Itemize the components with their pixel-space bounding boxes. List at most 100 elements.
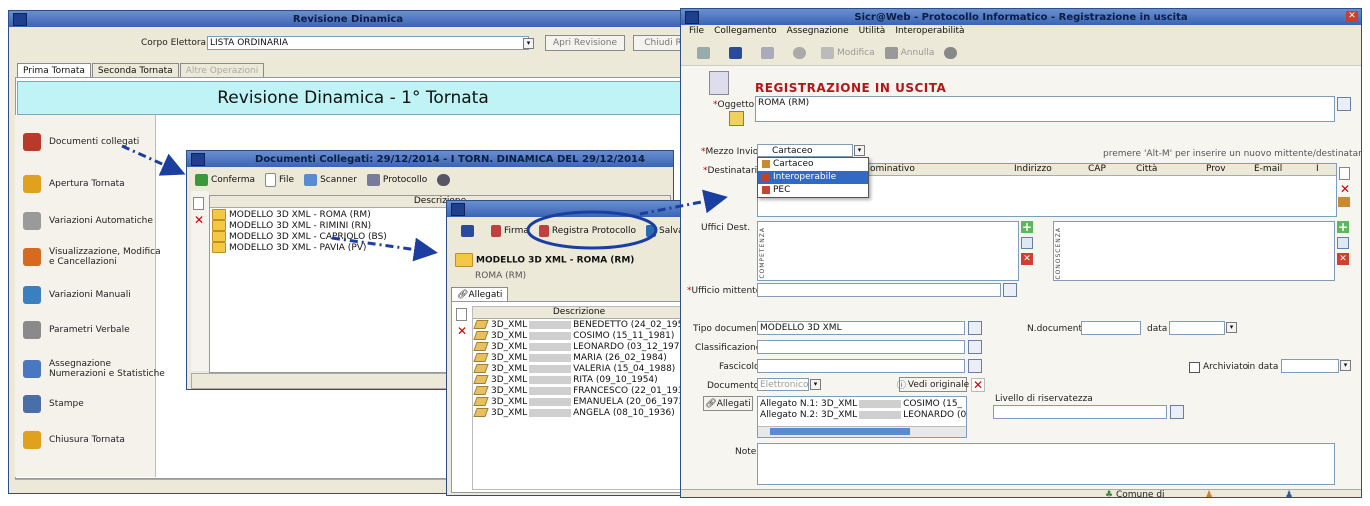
chevron-down-icon[interactable]: ▾ xyxy=(810,379,821,390)
list-item[interactable]: 3D_XML BENEDETTO (24_02_1954 xyxy=(473,320,685,331)
column-header[interactable]: ominativo xyxy=(870,164,915,175)
column-header[interactable]: Prov xyxy=(1206,164,1226,175)
menu-item[interactable]: File xyxy=(689,26,704,36)
mezzo-invio-select[interactable]: Cartaceo xyxy=(757,144,853,157)
column-header[interactable]: Indirizzo xyxy=(1014,164,1052,175)
ufficio-mittente-field[interactable] xyxy=(757,283,1001,297)
firma-button[interactable]: Firma xyxy=(491,225,529,237)
list-icon[interactable] xyxy=(1337,237,1349,249)
delete-icon[interactable]: ✕ xyxy=(1338,182,1352,196)
column-header[interactable]: CAP xyxy=(1088,164,1106,175)
tab-prima-tornata[interactable]: Prima Tornata xyxy=(17,63,91,78)
copy-button[interactable] xyxy=(697,47,713,59)
livello-riservatezza-field[interactable] xyxy=(993,405,1167,419)
list-item[interactable]: 3D_XML FRANCESCO (22_01_1931) xyxy=(473,386,685,397)
file-button[interactable]: File xyxy=(265,173,294,187)
tab-allegati[interactable]: 🔗︎Allegati xyxy=(451,287,509,302)
chevron-down-icon[interactable]: ▾ xyxy=(1226,322,1237,333)
column-header[interactable]: Città xyxy=(1136,164,1157,175)
dropdown-option[interactable]: Interoperabile xyxy=(758,171,868,184)
classificazione-field[interactable] xyxy=(757,340,965,354)
in-data-field[interactable] xyxy=(1281,359,1339,373)
sidebar-item-6[interactable]: Assegnazione Numerazioni e Statistiche xyxy=(23,359,165,379)
sidebar-item-0[interactable]: Documenti collegati xyxy=(23,133,139,151)
menu-item[interactable]: Assegnazione xyxy=(787,26,849,36)
apri-revisione-button[interactable]: Apri Revisione xyxy=(545,35,625,51)
remove-icon[interactable]: ✕ xyxy=(1337,253,1349,265)
list-icon[interactable] xyxy=(968,359,982,373)
tipo-documento-field[interactable]: MODELLO 3D XML xyxy=(757,321,965,335)
competenza-list[interactable] xyxy=(757,221,1019,281)
sidebar-item-2[interactable]: Variazioni Automatiche xyxy=(23,212,153,230)
menu-item[interactable]: Utilità xyxy=(859,26,886,36)
list-item[interactable]: 3D_XML ANGELA (08_10_1936) xyxy=(473,408,685,419)
contacts-icon[interactable] xyxy=(1338,197,1350,207)
fascicolo-field[interactable] xyxy=(757,359,965,373)
search-icon[interactable] xyxy=(1170,405,1184,419)
modifica-button[interactable]: Modifica xyxy=(821,47,875,59)
list-item[interactable]: 3D_XML COSIMO (15_11_1981) xyxy=(473,331,685,342)
menu-item[interactable]: Interoperabilità xyxy=(895,26,964,36)
column-header[interactable]: I xyxy=(1316,164,1319,175)
scanner-button[interactable]: Scanner xyxy=(304,174,357,186)
dropdown-option[interactable]: PEC xyxy=(758,184,868,197)
sidebar-item-7[interactable]: Stampe xyxy=(23,395,84,413)
list-icon[interactable] xyxy=(1003,283,1017,297)
globe-button[interactable] xyxy=(437,174,453,186)
note-field[interactable] xyxy=(757,443,1335,485)
stop-button[interactable] xyxy=(793,47,809,59)
sidebar-item-4[interactable]: Variazioni Manuali xyxy=(23,286,131,304)
delete-icon[interactable]: ✕ xyxy=(192,213,206,227)
list-item[interactable]: 3D_XML MARIA (26_02_1984) xyxy=(473,353,685,364)
list-item[interactable]: 3D_XML VALERIA (15_04_1988) xyxy=(473,364,685,375)
list-icon[interactable] xyxy=(1021,237,1033,249)
paste-button[interactable] xyxy=(761,47,777,59)
delete-icon[interactable]: ✕ xyxy=(455,324,469,338)
lookup-icon[interactable] xyxy=(729,111,744,126)
tab-seconda-tornata[interactable]: Seconda Tornata xyxy=(91,63,179,78)
close-icon[interactable]: ✕ xyxy=(1346,11,1358,22)
save-button[interactable] xyxy=(461,225,477,237)
horizontal-scrollbar[interactable] xyxy=(758,426,966,437)
tab-altre-operazioni[interactable]: Altre Operazioni xyxy=(179,63,265,78)
new-file-icon[interactable] xyxy=(193,197,204,210)
sidebar-item-1[interactable]: Apertura Tornata xyxy=(23,175,125,193)
new-file-icon[interactable] xyxy=(456,308,467,321)
sidebar-item-5[interactable]: Parametri Verbale xyxy=(23,321,130,339)
remove-icon[interactable]: ✕ xyxy=(1021,253,1033,265)
conferma-button[interactable]: Conferma xyxy=(195,174,255,186)
search-icon[interactable] xyxy=(1337,97,1351,111)
allegati-button[interactable]: 🔗︎ Allegati xyxy=(703,396,753,411)
n-documento-field[interactable] xyxy=(1081,321,1141,335)
list-item[interactable]: 3D_XML EMANUELA (20_06_1973) xyxy=(473,397,685,408)
archiviato-checkbox[interactable] xyxy=(1189,362,1200,373)
vedi-originale-button[interactable]: ⓘ Vedi originale xyxy=(897,377,969,392)
attachment-item[interactable]: Allegato N.1: 3D_XML COSIMO (15_ xyxy=(758,399,966,410)
annulla-button[interactable]: Annulla xyxy=(884,47,934,59)
registra-protocollo-button[interactable]: Registra Protocollo xyxy=(538,225,636,237)
conoscenza-list[interactable] xyxy=(1053,221,1335,281)
scroll-thumb[interactable] xyxy=(770,428,910,435)
protocollo-button[interactable]: Protocollo xyxy=(366,174,427,186)
list-item[interactable]: 3D_XML LEONARDO (03_12_1976) xyxy=(473,342,685,353)
chevron-down-icon[interactable]: ▾ xyxy=(1340,360,1351,371)
help-button[interactable] xyxy=(944,47,960,59)
add-icon[interactable]: + xyxy=(1337,221,1349,233)
search-icon[interactable] xyxy=(968,321,982,335)
save-button[interactable] xyxy=(729,47,745,59)
sidebar-item-3[interactable]: Visualizzazione, Modifica e Cancellazion… xyxy=(23,247,161,267)
list-item[interactable]: 3D_XML RITA (09_10_1954) xyxy=(473,375,685,386)
chevron-down-icon[interactable]: ▾ xyxy=(523,38,534,49)
salva-button[interactable]: Salva xyxy=(646,225,684,237)
new-file-icon[interactable] xyxy=(1339,167,1350,180)
close-icon[interactable]: ✕ xyxy=(971,378,985,392)
column-header[interactable]: E-mail xyxy=(1254,164,1282,175)
oggetto-field[interactable]: ROMA (RM) xyxy=(755,96,1335,122)
data-field[interactable] xyxy=(1169,321,1225,335)
dropdown-option[interactable]: Cartaceo xyxy=(758,158,868,171)
menu-item[interactable]: Collegamento xyxy=(714,26,777,36)
documento-select[interactable]: Elettronico xyxy=(757,378,809,391)
add-icon[interactable]: + xyxy=(1021,221,1033,233)
corpo-elettorale-select[interactable]: LISTA ORDINARIA xyxy=(207,36,529,50)
sidebar-item-8[interactable]: Chiusura Tornata xyxy=(23,431,125,449)
